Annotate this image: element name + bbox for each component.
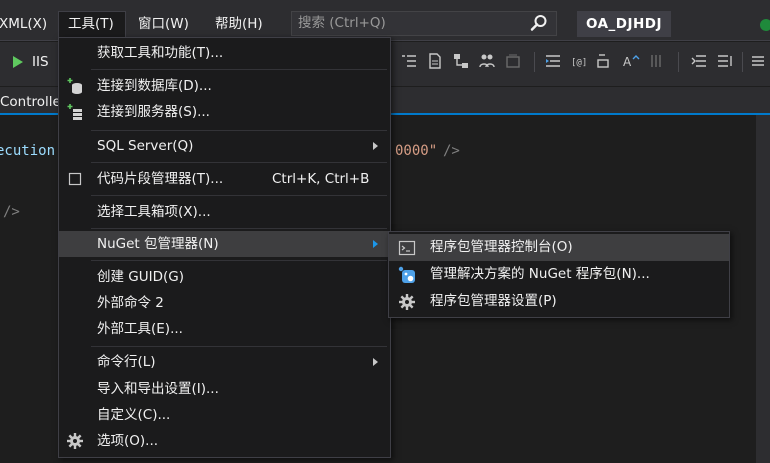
align-left-icon[interactable] [544,52,562,70]
live-share-icon[interactable] [760,19,770,31]
solution-name-badge: OA_DJHDJ [577,11,671,37]
menu-item-label: 创建 GUID(G) [97,269,185,285]
submenu-arrow-icon [373,142,378,150]
menu-item-options[interactable]: 选项(O)... [59,428,390,454]
menu-item-external-command-2[interactable]: 外部命令 2 [59,290,390,316]
uncomment-lines-icon[interactable] [716,52,734,70]
menu-item-label: 外部命令 2 [97,295,164,311]
menu-item-external-tools[interactable]: 外部工具(E)... [59,316,390,342]
disabled-column-icon [651,55,661,67]
submenu-arrow-icon [373,240,378,248]
menu-separator [91,260,387,261]
indent-list-icon[interactable] [400,52,418,70]
run-target-label[interactable]: IIS [32,50,49,74]
menu-item-label: 自定义(C)... [97,407,171,423]
menu-item-create-guid[interactable]: 创建 GUID(G) [59,264,390,290]
menu-item-label: NuGet 包管理器(N) [97,236,219,252]
menu-item-label: 程序包管理器设置(P) [430,293,557,309]
svg-text:A: A [623,55,632,69]
menu-separator [91,228,387,229]
play-icon[interactable] [13,56,23,68]
menu-item-label: 程序包管理器控制台(O) [430,239,573,255]
menu-item-label: 命令行(L) [97,354,156,370]
font-size-icon[interactable]: A [622,52,640,70]
menu-item-label: 外部工具(E)... [97,321,183,337]
menu-help[interactable]: 帮助(H) [208,12,270,36]
menu-item-nuget[interactable]: NuGet 包管理器(N) [59,231,390,257]
menu-item-command-line[interactable]: 命令行(L) [59,349,390,375]
console-icon [398,240,416,256]
more-options-icon[interactable] [750,52,768,70]
hierarchy-icon[interactable] [452,52,470,70]
menu-item-label: 代码片段管理器(T)... [97,171,224,187]
menu-item-choose-toolbox[interactable]: 选择工具箱项(X)... [59,199,390,225]
gear-icon [67,433,83,449]
edit-text-icon[interactable] [596,52,614,70]
menu-item-get-tools[interactable]: 获取工具和功能(T)... [59,40,390,66]
menu-item-label: 管理解决方案的 NuGet 程序包(N)... [430,266,650,282]
server-connect-icon [67,104,82,120]
people-icon[interactable] [478,52,496,70]
menu-xml[interactable]: XML(X) [0,12,54,36]
code-line-fragment: 0000" [395,143,438,159]
document-icon[interactable] [426,52,444,70]
tab-controller[interactable]: Controlle [0,94,61,110]
menu-item-label: SQL Server(Q) [97,138,194,154]
search-icon[interactable] [530,14,548,32]
tools-dropdown-menu: 获取工具和功能(T)... 连接到数据库(D)... 连接到服务器(S)... … [58,37,391,458]
code-line-fragment: /> [3,204,20,220]
menu-separator [91,195,387,196]
database-connect-icon [67,78,82,94]
menu-item-label: 连接到服务器(S)... [97,104,210,120]
menu-item-manage-nuget-packages[interactable]: 管理解决方案的 NuGet 程序包(N)... [389,261,729,288]
menu-separator [91,69,387,70]
menu-item-import-export-settings[interactable]: 导入和导出设置(I)... [59,376,390,402]
toolbar-separator [742,52,743,72]
attribute-icon[interactable]: [@] [570,52,588,70]
checkbox-icon [68,172,82,186]
menu-separator [91,130,387,131]
code-line-fragment: ecution [0,143,56,159]
menu-item-sql-server[interactable]: SQL Server(Q) [59,133,390,159]
disabled-box-icon [506,54,520,68]
menu-separator [91,162,387,163]
svg-text:[@]: [@] [571,58,587,68]
menu-item-label: 获取工具和功能(T)... [97,45,224,61]
nuget-icon [398,266,415,283]
menu-item-shortcut: Ctrl+K, Ctrl+B [272,171,370,187]
submenu-arrow-icon [373,358,378,366]
menu-item-connect-database[interactable]: 连接到数据库(D)... [59,73,390,99]
menu-item-connect-server[interactable]: 连接到服务器(S)... [59,99,390,125]
menu-item-label: 选择工具箱项(X)... [97,204,211,220]
menu-item-label: 选项(O)... [97,433,159,449]
menu-item-package-manager-settings[interactable]: 程序包管理器设置(P) [389,288,729,315]
menu-window[interactable]: 窗口(W) [131,12,196,36]
gear-icon [399,294,415,310]
toolbar-separator [534,52,535,72]
vertical-scrollbar[interactable] [756,115,770,463]
menu-item-label: 导入和导出设置(I)... [97,381,219,397]
search-input[interactable]: 搜索 (Ctrl+Q) [291,11,557,36]
code-line-fragment: /> [443,143,460,159]
menu-separator [91,346,387,347]
comment-lines-icon[interactable] [690,52,708,70]
toolbar-separator [678,52,679,72]
menu-item-customize[interactable]: 自定义(C)... [59,402,390,428]
menu-item-code-snippets[interactable]: 代码片段管理器(T)... Ctrl+K, Ctrl+B [59,166,390,192]
menu-item-label: 连接到数据库(D)... [97,78,212,94]
menu-item-package-manager-console[interactable]: 程序包管理器控制台(O) [389,234,729,261]
nuget-submenu: 程序包管理器控制台(O) 管理解决方案的 NuGet 程序包(N)... 程序包… [388,231,730,318]
